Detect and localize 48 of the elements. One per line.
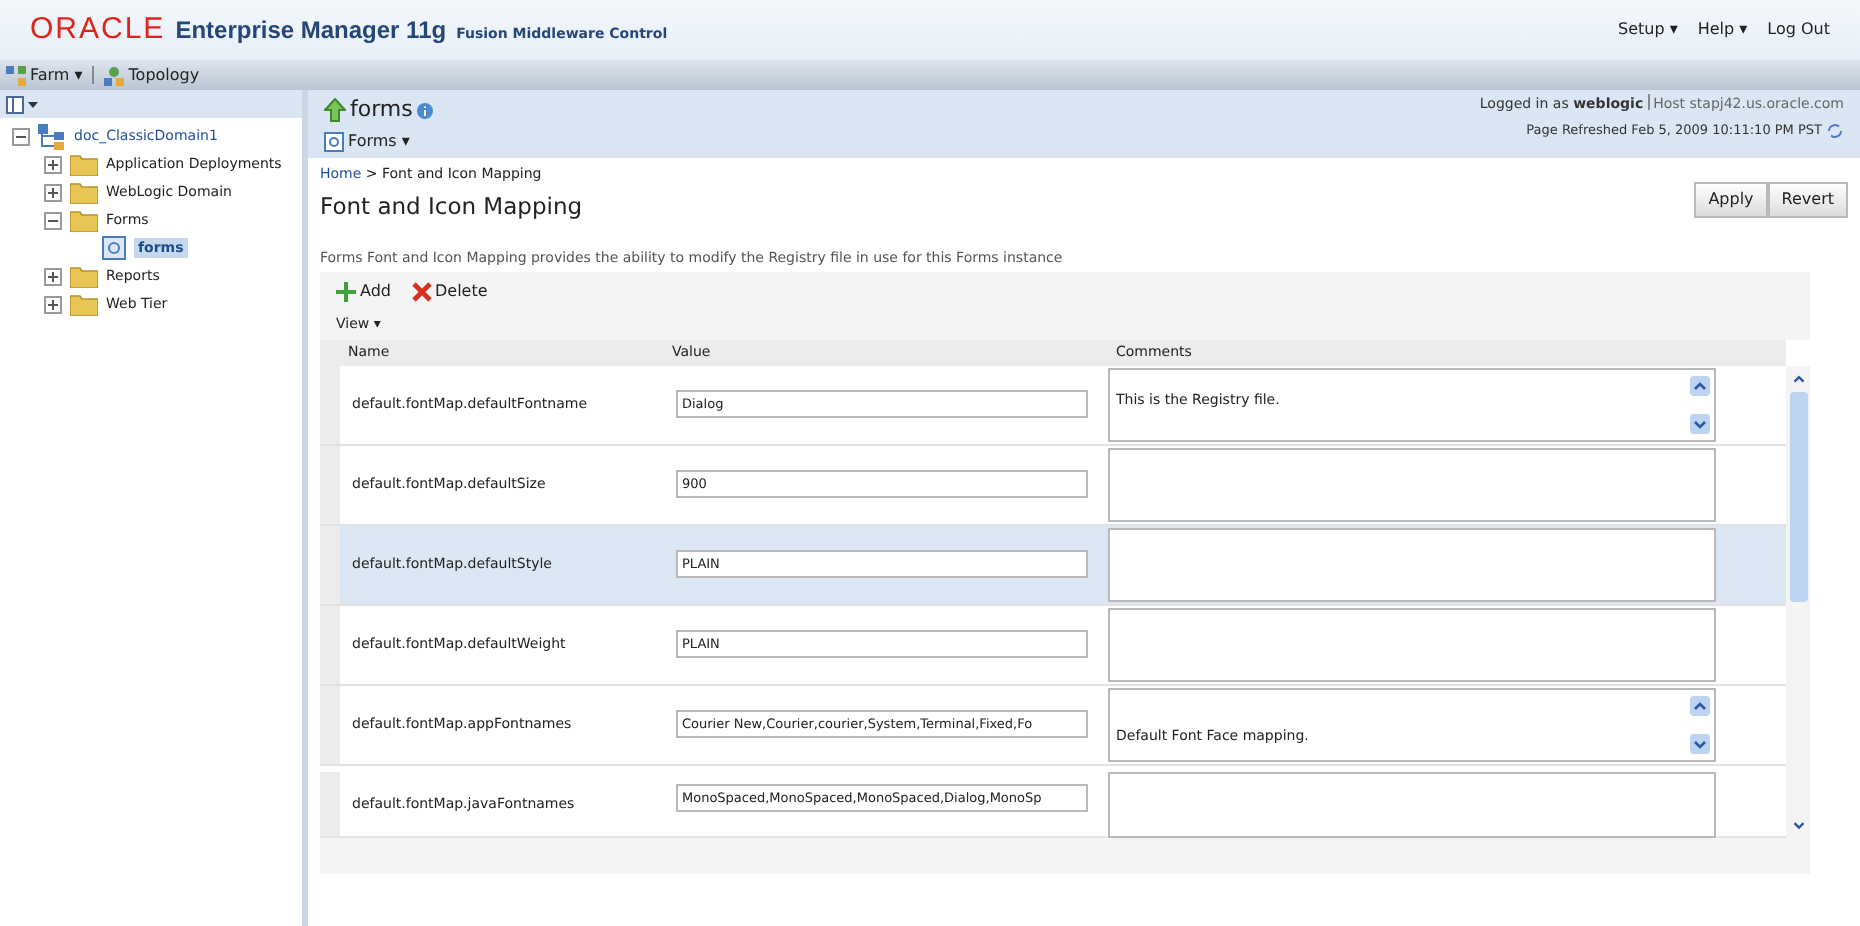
- expand-icon[interactable]: [44, 295, 62, 313]
- plus-icon: [336, 282, 356, 303]
- collapse-icon[interactable]: [12, 127, 30, 145]
- forms-icon: [324, 131, 344, 151]
- oracle-logo: ORACLE: [30, 9, 166, 50]
- revert-button[interactable]: Revert: [1767, 182, 1848, 218]
- topology-link[interactable]: Topology: [128, 63, 200, 87]
- toolbar-divider: [92, 66, 95, 84]
- delete-button[interactable]: Delete: [411, 280, 488, 305]
- apply-button[interactable]: Apply: [1694, 182, 1768, 218]
- page-title: Font and Icon Mapping: [320, 189, 583, 223]
- expand-icon[interactable]: [44, 183, 62, 201]
- scroll-up-icon[interactable]: [1690, 695, 1710, 716]
- scroll-down-icon[interactable]: [1690, 733, 1710, 754]
- up-arrow-icon: [324, 98, 346, 123]
- scroll-up-icon[interactable]: [1690, 375, 1710, 396]
- header-link[interactable]: Help ▾: [1697, 18, 1748, 42]
- scroll-down-icon[interactable]: [1690, 413, 1710, 434]
- expand-icon[interactable]: [44, 155, 62, 173]
- comment-field[interactable]: [1108, 447, 1716, 522]
- expand-icon[interactable]: [44, 267, 62, 285]
- collapse-icon[interactable]: [44, 211, 62, 229]
- panel-menu-icon[interactable]: [6, 95, 38, 113]
- refresh-icon[interactable]: [1826, 121, 1844, 140]
- header-link[interactable]: Setup ▾: [1618, 18, 1678, 42]
- forms-menu[interactable]: Forms ▾: [348, 129, 410, 153]
- comment-field[interactable]: [1108, 607, 1716, 682]
- farm-icon: [6, 65, 26, 85]
- product-title: Enterprise Manager 11g: [175, 13, 447, 48]
- scrollbar-thumb[interactable]: [1789, 391, 1807, 602]
- folder-icon: [70, 209, 98, 231]
- scrollbar[interactable]: [1786, 365, 1810, 838]
- folder-icon: [70, 153, 98, 175]
- comment-field[interactable]: [1108, 771, 1716, 838]
- info-icon[interactable]: [416, 101, 435, 120]
- forms-icon: [102, 236, 126, 260]
- farm-menu[interactable]: Farm ▾: [30, 63, 83, 87]
- divider: [1647, 94, 1650, 110]
- comment-field[interactable]: [1108, 527, 1716, 602]
- folder-icon: [70, 293, 98, 315]
- domain-icon: [38, 123, 66, 149]
- add-button[interactable]: Add: [336, 280, 391, 305]
- target-title: forms: [350, 94, 413, 126]
- header-link[interactable]: Log Out: [1767, 18, 1830, 42]
- folder-icon: [70, 265, 98, 287]
- folder-icon: [70, 181, 98, 203]
- delete-icon: [411, 282, 431, 303]
- topology-icon: [104, 65, 125, 85]
